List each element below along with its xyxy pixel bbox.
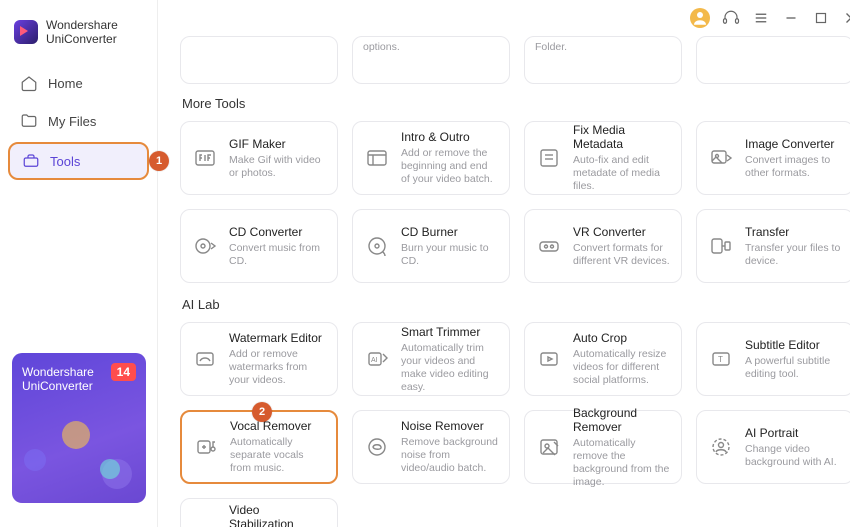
watermark-icon: [191, 345, 219, 373]
home-icon: [20, 74, 38, 92]
tool-card-image-converter[interactable]: Image Converter Convert images to other f…: [696, 121, 850, 195]
tool-card-cd-converter[interactable]: CD Converter Convert music from CD.: [180, 209, 338, 283]
tool-card-smart-trimmer[interactable]: AI Smart Trimmer Automatically trim your …: [352, 322, 510, 396]
avatar[interactable]: [690, 8, 710, 28]
card-desc: Remove background noise from video/audio…: [401, 436, 499, 475]
transfer-icon: [707, 232, 735, 260]
maximize-icon[interactable]: [812, 9, 830, 27]
tool-card-gif-maker[interactable]: GIF Maker Make Gif with video or photos.: [180, 121, 338, 195]
tool-card-watermark-editor[interactable]: Watermark Editor Add or remove watermarks…: [180, 322, 338, 396]
card-title: AI Portrait: [745, 426, 843, 440]
card-desc: Automatically resize videos for differen…: [573, 348, 671, 387]
card-desc: Automatically separate vocals from music…: [230, 436, 326, 475]
brand: Wondershare UniConverter: [0, 14, 157, 62]
tool-card-vr-converter[interactable]: VR Converter Convert formats for differen…: [524, 209, 682, 283]
tool-card-ai-portrait[interactable]: AI Portrait Change video background with …: [696, 410, 850, 484]
card-title: Fix Media Metadata: [573, 123, 671, 151]
sidebar-item-tools[interactable]: Tools 1: [8, 142, 149, 180]
promo-version-badge: 14: [111, 363, 136, 381]
callout-badge-1: 1: [149, 151, 169, 171]
vocal-remover-icon: [192, 433, 220, 461]
card-desc: Burn your music to CD.: [401, 242, 499, 268]
card-desc: Make Gif with video or photos.: [229, 154, 327, 180]
card-title: Background Remover: [573, 406, 671, 434]
trimmer-icon: AI: [363, 345, 391, 373]
noise-remover-icon: [363, 433, 391, 461]
card-desc: Convert formats for different VR devices…: [573, 242, 671, 268]
cd-convert-icon: [191, 232, 219, 260]
card-title: Video Stabilization: [229, 503, 327, 527]
card-desc: Convert images to other formats.: [745, 154, 843, 180]
card-desc: Transfer your files to device.: [745, 242, 843, 268]
tool-card-cd-burner[interactable]: CD Burner Burn your music to CD.: [352, 209, 510, 283]
card-desc: Add or remove the beginning and end of y…: [401, 147, 499, 186]
card-title: Noise Remover: [401, 419, 499, 433]
crop-icon: [535, 345, 563, 373]
tool-card-noise-remover[interactable]: Noise Remover Remove background noise fro…: [352, 410, 510, 484]
metadata-icon: [535, 144, 563, 172]
tool-card-fragment[interactable]: [696, 36, 850, 84]
card-desc: Add or remove watermarks from your video…: [229, 348, 327, 387]
sidebar-item-myfiles[interactable]: My Files: [8, 104, 149, 138]
card-title: CD Burner: [401, 225, 499, 239]
tool-card-auto-crop[interactable]: Auto Crop Automatically resize videos for…: [524, 322, 682, 396]
section-title-more-tools: More Tools: [182, 96, 850, 111]
cd-burn-icon: [363, 232, 391, 260]
tool-card-fragment[interactable]: options.: [352, 36, 510, 84]
sidebar-item-home[interactable]: Home: [8, 66, 149, 100]
card-title: Auto Crop: [573, 331, 671, 345]
tool-card-subtitle-editor[interactable]: T Subtitle Editor A powerful subtitle edi…: [696, 322, 850, 396]
callout-badge-2: 2: [252, 402, 272, 422]
minimize-icon[interactable]: [782, 9, 800, 27]
card-title: Subtitle Editor: [745, 338, 843, 352]
card-desc: Auto-fix and edit metadate of media file…: [573, 154, 671, 193]
tool-card-intro-outro[interactable]: Intro & Outro Add or remove the beginning…: [352, 121, 510, 195]
intro-outro-icon: [363, 144, 391, 172]
card-title: Smart Trimmer: [401, 325, 499, 339]
toolbox-icon: [22, 152, 40, 170]
card-title: GIF Maker: [229, 137, 327, 151]
tool-card-fix-metadata[interactable]: Fix Media Metadata Auto-fix and edit meta…: [524, 121, 682, 195]
tool-card-vocal-remover[interactable]: 2 Vocal RemoverAutomatically separate vo…: [180, 410, 338, 484]
tool-card-video-stabilization[interactable]: Video Stabilization: [180, 498, 338, 527]
svg-text:T: T: [718, 355, 723, 364]
card-desc: Convert music from CD.: [229, 242, 327, 268]
sidebar-item-label: Tools: [50, 154, 80, 169]
promo-card[interactable]: Wondershare UniConverter 14: [12, 353, 146, 503]
section-title-ai-lab: AI Lab: [182, 297, 850, 312]
ai-portrait-icon: [707, 433, 735, 461]
brand-logo-icon: [14, 20, 38, 44]
gif-icon: [191, 144, 219, 172]
close-icon[interactable]: [842, 9, 850, 27]
sidebar-item-label: Home: [48, 76, 83, 91]
card-title: Transfer: [745, 225, 843, 239]
card-title: Intro & Outro: [401, 130, 499, 144]
brand-text: Wondershare UniConverter: [46, 18, 118, 46]
card-desc: Automatically trim your videos and make …: [401, 342, 499, 394]
support-icon[interactable]: [722, 9, 740, 27]
card-desc: Automatically remove the background from…: [573, 437, 671, 489]
vr-icon: [535, 232, 563, 260]
svg-text:AI: AI: [371, 357, 378, 364]
tool-card-background-remover[interactable]: Background RemoverAutomatically remove t…: [524, 410, 682, 484]
card-title: Image Converter: [745, 137, 843, 151]
menu-icon[interactable]: [752, 9, 770, 27]
card-title: Watermark Editor: [229, 331, 327, 345]
card-desc: A powerful subtitle editing tool.: [745, 355, 843, 381]
tool-card-fragment[interactable]: [180, 36, 338, 84]
sidebar-item-label: My Files: [48, 114, 96, 129]
card-title: CD Converter: [229, 225, 327, 239]
tool-card-fragment[interactable]: Folder.: [524, 36, 682, 84]
subtitle-icon: T: [707, 345, 735, 373]
tool-card-transfer[interactable]: Transfer Transfer your files to device.: [696, 209, 850, 283]
card-title: Vocal Remover: [230, 419, 326, 433]
card-desc: Change video background with AI.: [745, 443, 843, 469]
card-title: VR Converter: [573, 225, 671, 239]
folder-icon: [20, 112, 38, 130]
titlebar: [158, 0, 850, 36]
bg-remover-icon: [535, 433, 563, 461]
image-convert-icon: [707, 144, 735, 172]
